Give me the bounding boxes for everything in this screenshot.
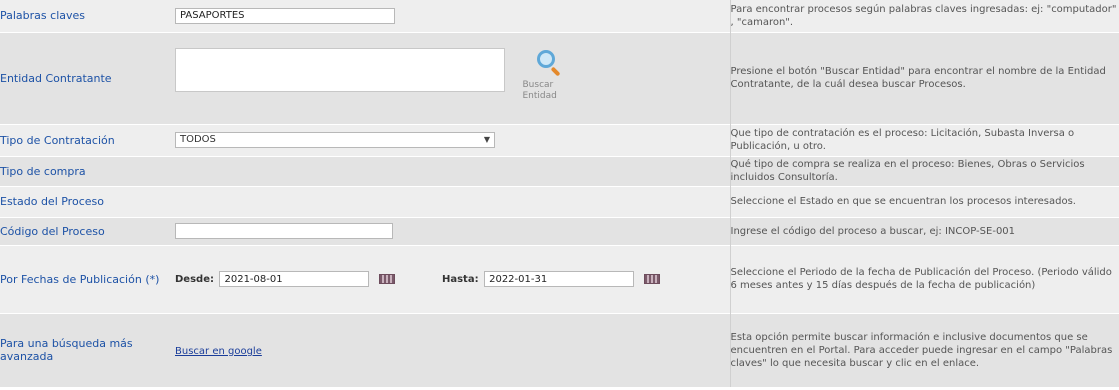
calendar-icon[interactable] (643, 273, 660, 284)
row-dates: Por Fechas de Publicación (*) Desde: Has… (0, 244, 1119, 313)
magnifier-icon (534, 48, 564, 78)
keywords-input[interactable] (175, 7, 395, 24)
row-purchase-type: Tipo de compra Qué tipo de compra se rea… (0, 155, 1119, 186)
dates-label: Por Fechas de Publicación (*) (0, 244, 175, 313)
search-form-table: Palabras claves Para encontrar procesos … (0, 0, 1119, 387)
row-process-state: Estado del Proceso Seleccione el Estado … (0, 185, 1119, 217)
row-contract-type: Tipo de Contratación TODOS ▼ Que tipo de… (0, 123, 1119, 156)
process-code-label: Código del Proceso (0, 216, 175, 245)
keywords-help: Para encontrar procesos según palabras c… (729, 0, 1119, 32)
from-date-label: Desde: (175, 273, 214, 285)
contract-type-label: Tipo de Contratación (0, 123, 175, 156)
from-date-input[interactable] (219, 271, 370, 287)
purchase-type-label: Tipo de compra (0, 155, 175, 186)
process-state-help: Seleccione el Estado en que se encuentra… (729, 185, 1119, 217)
search-entity-button[interactable]: Buscar Entidad (523, 48, 575, 108)
contract-type-selected: TODOS (180, 134, 216, 145)
search-entity-button-label: Buscar Entidad (522, 80, 557, 101)
row-advanced: Para una búsqueda más avanzada Buscar en… (0, 312, 1119, 387)
process-state-label: Estado del Proceso (0, 185, 175, 217)
chevron-down-icon: ▼ (483, 135, 490, 144)
contract-type-select[interactable]: TODOS ▼ (175, 132, 495, 148)
process-code-input[interactable] (175, 223, 393, 239)
row-entity: Entidad Contratante Buscar Entidad Presi… (0, 31, 1119, 124)
to-date-label: Hasta: (441, 273, 479, 285)
keywords-label: Palabras claves (0, 0, 175, 32)
process-code-help: Ingrese el código del proceso a buscar, … (729, 216, 1119, 245)
advanced-help: Esta opción permite buscar información e… (729, 312, 1119, 387)
contract-type-help: Que tipo de contratación es el proceso: … (729, 123, 1119, 156)
dates-help: Seleccione el Periodo de la fecha de Pub… (729, 244, 1119, 313)
entity-textarea[interactable] (175, 48, 505, 92)
calendar-icon[interactable] (378, 273, 395, 284)
google-search-link[interactable]: Buscar en google (175, 346, 262, 357)
entity-label: Entidad Contratante (0, 31, 175, 124)
row-process-code: Código del Proceso Ingrese el código del… (0, 216, 1119, 245)
entity-help: Presione el botón "Buscar Entidad" para … (729, 31, 1119, 124)
row-keywords: Palabras claves Para encontrar procesos … (0, 0, 1119, 32)
to-date-input[interactable] (484, 271, 635, 287)
purchase-type-help: Qué tipo de compra se realiza en el proc… (729, 155, 1119, 186)
advanced-label: Para una búsqueda más avanzada (0, 312, 175, 387)
